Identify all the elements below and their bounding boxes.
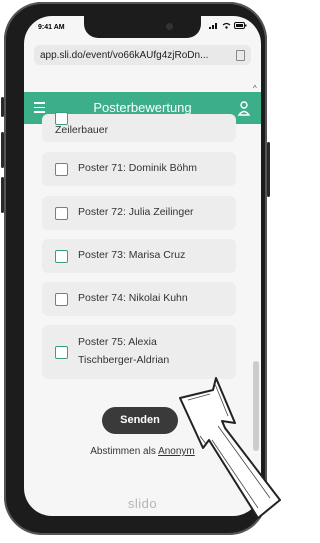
hand-drawn-arrow [179,377,281,519]
